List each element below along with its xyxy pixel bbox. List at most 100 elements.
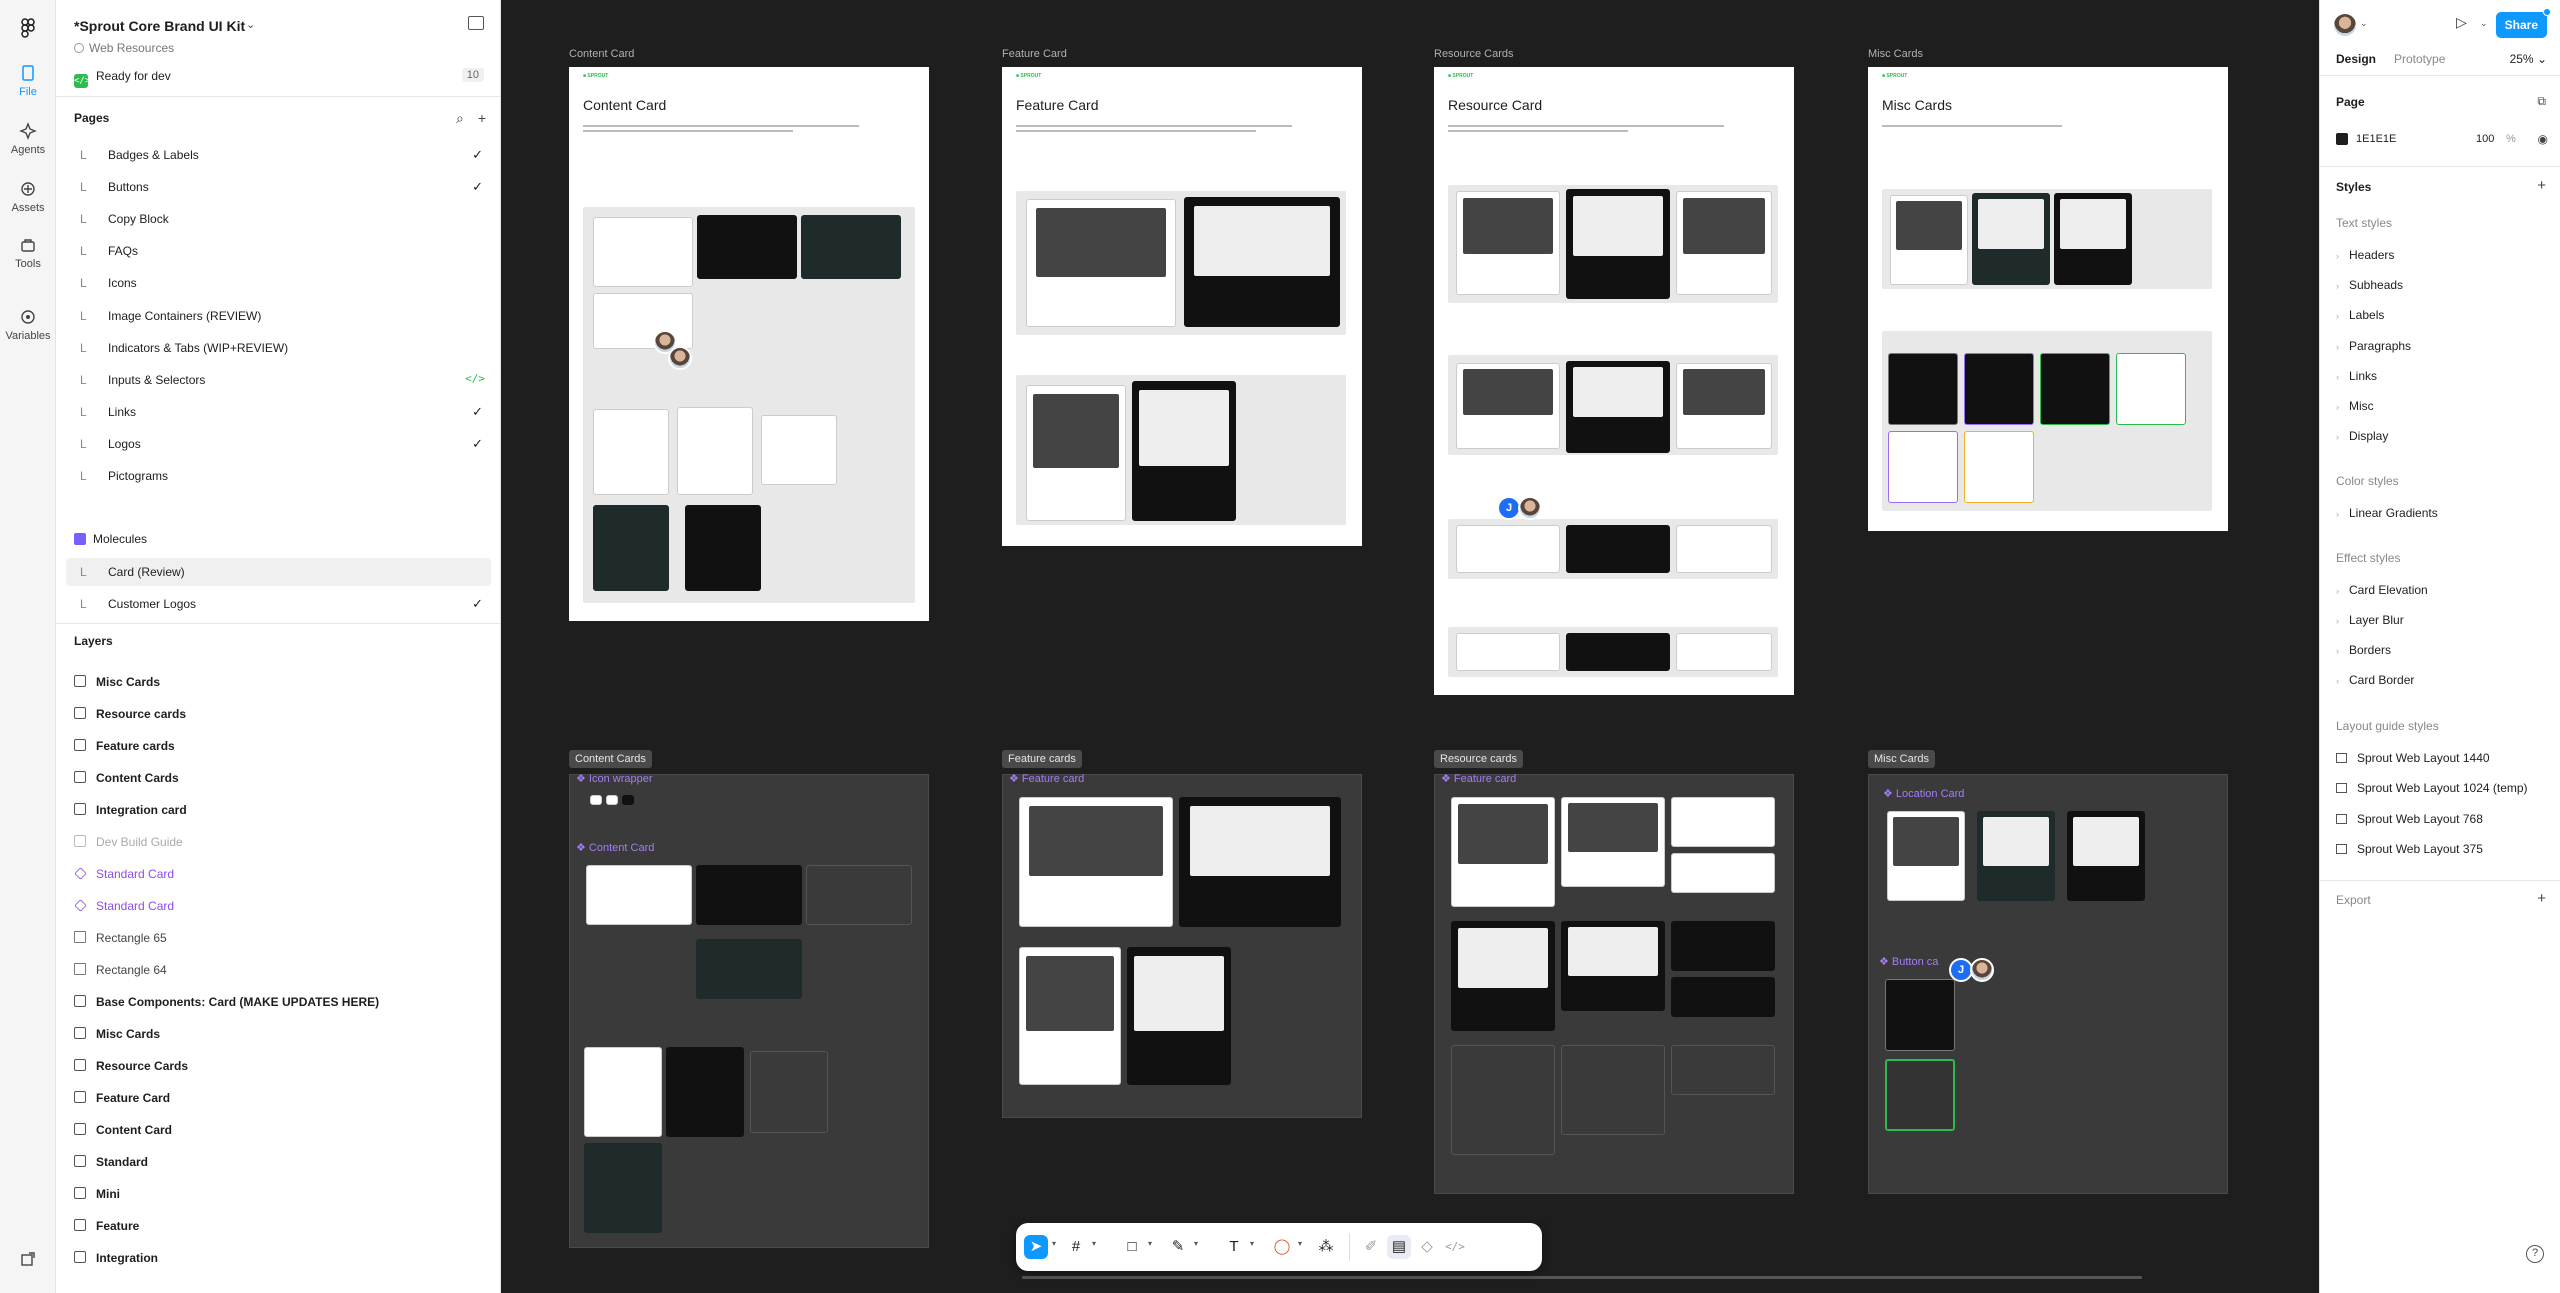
content-card-teal[interactable] [696, 939, 802, 999]
style-item[interactable]: › Subheads [2336, 278, 2546, 292]
location-card-light[interactable] [1890, 195, 1968, 285]
help-icon[interactable]: ? [2526, 1245, 2544, 1263]
button-card[interactable] [1964, 353, 2034, 425]
comment-tool-icon[interactable]: ◯ [1270, 1235, 1294, 1259]
location-card-teal[interactable] [1972, 193, 2050, 285]
content-card-teal[interactable] [584, 1143, 662, 1233]
page-item[interactable]: L Links ✓ [66, 398, 491, 426]
content-card-light[interactable] [593, 293, 693, 349]
molecules-group[interactable]: Molecules [74, 532, 147, 546]
frame-label-content-card[interactable]: Content Card [569, 48, 634, 60]
pen-tool-icon[interactable]: ✎ [1166, 1235, 1190, 1259]
collaborator-avatar[interactable] [1970, 958, 1994, 982]
style-item[interactable]: › Headers [2336, 248, 2546, 262]
content-card-light[interactable] [593, 409, 669, 495]
resource-card-mini[interactable] [1671, 797, 1775, 847]
resource-card-light[interactable] [1676, 191, 1772, 295]
button-card[interactable] [1888, 431, 1958, 503]
layer-item[interactable]: Base Components: Card (MAKE UPDATES HERE… [66, 988, 491, 1016]
location-card-dark[interactable] [2054, 193, 2132, 285]
figma-logo-icon[interactable] [18, 18, 38, 38]
resource-card-light[interactable] [1456, 191, 1560, 295]
ready-for-dev[interactable]: </> Ready for dev [74, 69, 171, 88]
frame-label-misc-cards[interactable]: Misc Cards [1868, 48, 1923, 60]
layer-item[interactable]: Standard [66, 1148, 491, 1176]
resource-card-mini[interactable] [1676, 525, 1772, 573]
content-card-dark[interactable] [685, 505, 761, 591]
content-card-light[interactable] [584, 1047, 662, 1137]
layer-item[interactable]: Content Card [66, 1116, 491, 1144]
rail-tools[interactable]: Tools [0, 236, 56, 270]
style-item[interactable]: › Linear Gradients [2336, 506, 2546, 520]
frame-content-card[interactable]: ■ SPROUT Content Card [569, 67, 929, 621]
section-content-cards[interactable]: ❖ Icon wrapper ❖ Content Card [569, 773, 929, 1248]
content-card-dark[interactable] [696, 865, 802, 925]
rectangle-tool-icon[interactable]: □ [1120, 1235, 1144, 1259]
library-icon[interactable]: ⧉ [2537, 94, 2546, 109]
resource-card-ghost[interactable] [1451, 1045, 1555, 1155]
frame-tool-icon[interactable]: # [1064, 1235, 1088, 1259]
section-resource-cards[interactable]: ❖ Feature card [1434, 773, 1794, 1194]
style-item[interactable]: › Links [2336, 369, 2546, 383]
text-tool-icon[interactable]: T [1222, 1235, 1246, 1259]
project-title[interactable]: *Sprout Core Brand UI Kit [74, 18, 245, 34]
page-item[interactable]: L Card (Review) [66, 558, 491, 586]
layer-item[interactable]: Feature [66, 1212, 491, 1240]
chevron-down-icon[interactable]: ▾ [1250, 1239, 1254, 1248]
style-item[interactable]: › Labels [2336, 308, 2546, 322]
resource-card-text-dark[interactable] [1671, 977, 1775, 1017]
resource-card-dark[interactable] [1451, 921, 1555, 1031]
page-item[interactable]: L FAQs [66, 237, 491, 265]
canvas-horizontal-scrollbar[interactable] [1022, 1276, 2142, 1279]
layer-item[interactable]: Content Cards [66, 764, 491, 792]
layer-item[interactable]: Feature cards [66, 732, 491, 760]
page-color-field[interactable]: 1E1E1E 100 % ◉ [2336, 130, 2548, 150]
content-card-light[interactable] [586, 865, 692, 925]
content-card-ghost[interactable] [750, 1051, 828, 1133]
resource-card-light[interactable] [1451, 797, 1555, 907]
page-color-hex[interactable]: 1E1E1E [2356, 133, 2396, 145]
style-item[interactable]: › Card Elevation [2336, 583, 2546, 597]
button-card[interactable] [1885, 979, 1955, 1051]
section-misc-cards[interactable]: ❖ Location Card ❖ Button ca [1868, 774, 2228, 1194]
feature-card-dark[interactable] [1184, 197, 1340, 327]
content-card-light[interactable] [593, 217, 693, 287]
chevron-down-icon[interactable]: ▾ [1298, 1239, 1302, 1248]
style-item[interactable]: › Paragraphs [2336, 339, 2546, 353]
visibility-eye-icon[interactable]: ◉ [2538, 132, 2548, 146]
chevron-down-icon[interactable]: ▾ [1052, 1239, 1056, 1248]
page-color-swatch[interactable] [2336, 133, 2348, 145]
tab-design[interactable]: Design [2336, 52, 2376, 66]
page-item[interactable]: L Badges & Labels ✓ [66, 141, 491, 169]
resource-card-light[interactable] [1456, 363, 1560, 449]
layer-item[interactable]: Rectangle 64 [66, 956, 491, 984]
style-item[interactable]: › Card Border [2336, 673, 2546, 687]
sidebar-toggle-icon[interactable] [468, 16, 484, 30]
style-item[interactable]: › Display [2336, 429, 2546, 443]
feature-card-light[interactable] [1019, 797, 1173, 927]
feature-card-dark[interactable] [1127, 947, 1231, 1085]
button-card[interactable] [1888, 353, 1958, 425]
resource-card-mini-dark[interactable] [1671, 921, 1775, 971]
add-export-icon[interactable]: + [2537, 890, 2546, 907]
feature-card-light[interactable] [1019, 947, 1121, 1085]
zoom-level[interactable]: 25% ⌄ [2510, 52, 2547, 66]
draw-mode-icon[interactable]: ✐ [1359, 1235, 1383, 1259]
feature-card-dark[interactable] [1132, 381, 1236, 521]
chevron-down-icon[interactable]: ⌄ [2360, 18, 2368, 29]
move-tool-icon[interactable]: ➤ [1024, 1235, 1048, 1259]
resource-card-ghost[interactable] [1561, 1045, 1665, 1135]
style-item[interactable]: Sprout Web Layout 1440 [2336, 751, 2546, 765]
frame-resource-cards[interactable]: ■ SPROUT Resource Card [1434, 67, 1794, 695]
chevron-down-icon[interactable]: ⌄ [2480, 18, 2488, 29]
section-label-misc-cards[interactable]: Misc Cards [1868, 750, 1936, 768]
rail-variables[interactable]: Variables [0, 308, 56, 342]
icon-wrapper-variant[interactable] [606, 795, 618, 805]
button-card[interactable] [2040, 353, 2110, 425]
resource-card-text[interactable] [1671, 853, 1775, 893]
content-card-light[interactable] [677, 407, 753, 495]
layer-item[interactable]: Resource Cards [66, 1052, 491, 1080]
page-item[interactable]: L Pictograms [66, 462, 491, 490]
layer-item[interactable]: Feature Card [66, 1084, 491, 1112]
resource-card-light[interactable] [1561, 797, 1665, 887]
